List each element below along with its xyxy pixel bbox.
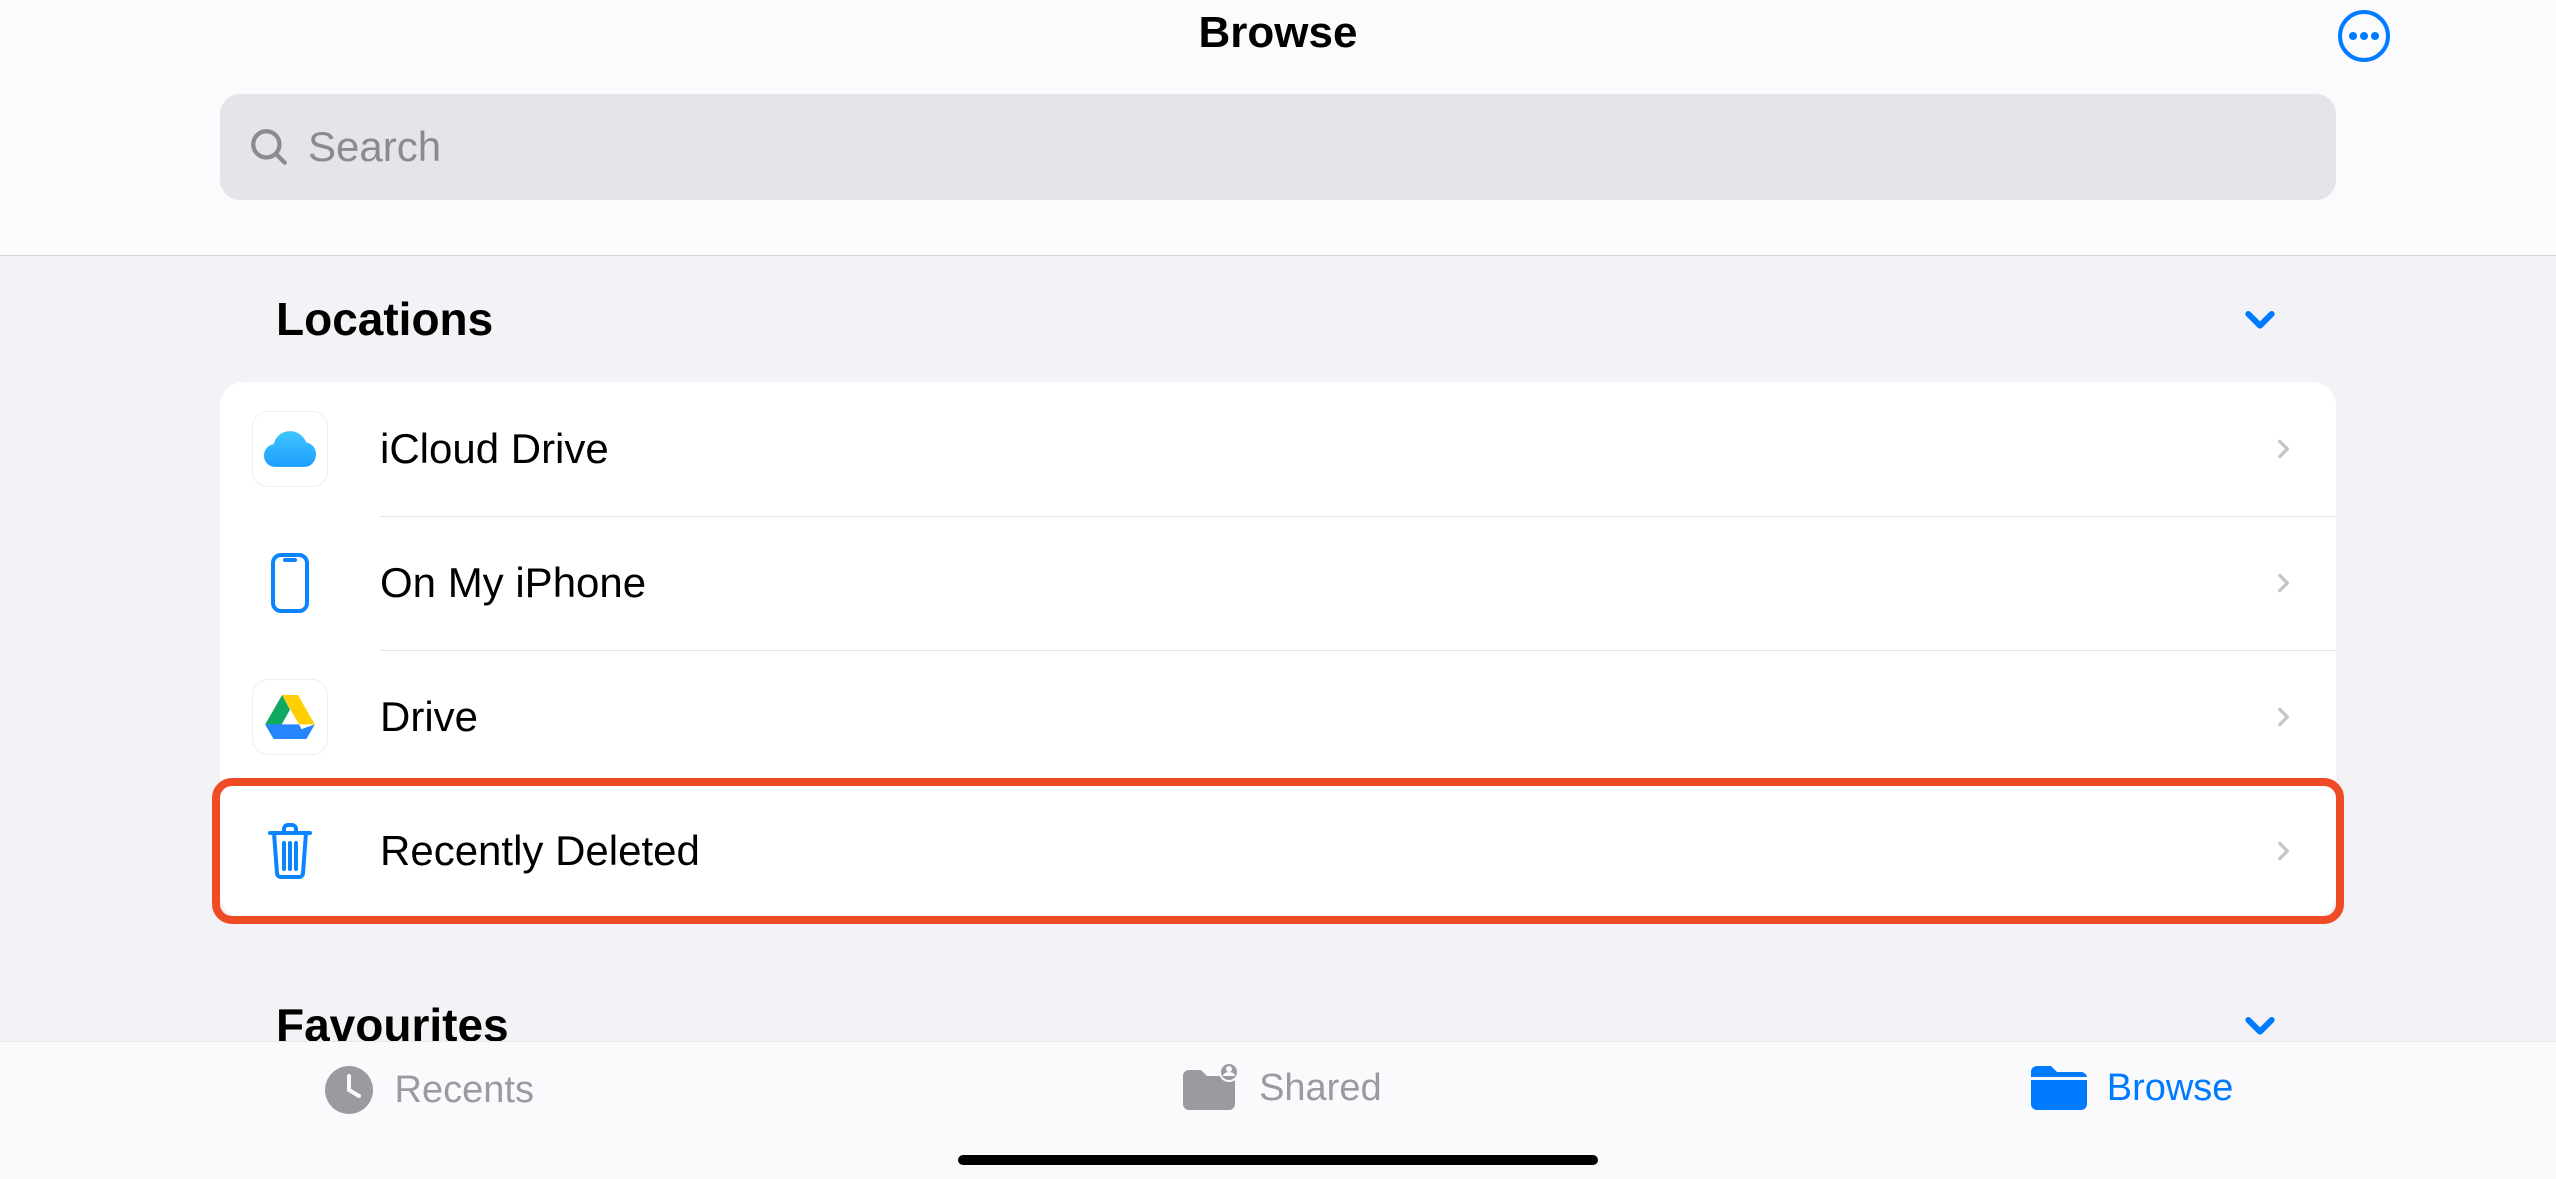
search-field-container[interactable] xyxy=(220,94,2336,200)
chevron-down-icon xyxy=(2240,299,2280,339)
home-indicator[interactable] xyxy=(958,1155,1598,1165)
folder-icon xyxy=(2027,1064,2087,1112)
location-row-google-drive[interactable]: Drive xyxy=(220,650,2336,784)
location-row-icloud[interactable]: iCloud Drive xyxy=(220,382,2336,516)
chevron-down-icon xyxy=(2240,1005,2280,1045)
locations-list: iCloud Drive On My iPhone xyxy=(220,382,2336,918)
tab-label: Recents xyxy=(395,1069,534,1112)
header-bar: Browse xyxy=(0,0,2556,256)
tab-shared[interactable]: Shared xyxy=(1179,1064,1382,1112)
page-title: Browse xyxy=(0,8,2556,58)
clock-icon xyxy=(323,1064,375,1116)
chevron-right-icon xyxy=(2270,698,2296,736)
tab-label: Browse xyxy=(2107,1067,2234,1110)
row-label: iCloud Drive xyxy=(380,425,2270,473)
more-options-button[interactable] xyxy=(2338,10,2390,62)
icloud-icon xyxy=(264,431,316,467)
search-input[interactable] xyxy=(308,123,2308,171)
row-label: Recently Deleted xyxy=(380,827,2270,875)
ellipsis-icon xyxy=(2349,32,2379,40)
row-label: Drive xyxy=(380,693,2270,741)
tab-recents[interactable]: Recents xyxy=(323,1064,534,1116)
tab-browse[interactable]: Browse xyxy=(2027,1064,2234,1112)
chevron-right-icon xyxy=(2270,564,2296,602)
tab-label: Shared xyxy=(1259,1067,1382,1110)
shared-folder-icon xyxy=(1179,1064,1239,1112)
iphone-icon xyxy=(271,553,309,613)
chevron-right-icon xyxy=(2270,832,2296,870)
content-area: Locations iCloud Drive xyxy=(0,292,2556,1052)
google-drive-icon xyxy=(265,695,315,739)
row-label: On My iPhone xyxy=(380,559,2270,607)
section-title: Locations xyxy=(276,292,493,346)
chevron-right-icon xyxy=(2270,430,2296,468)
location-row-recently-deleted[interactable]: Recently Deleted xyxy=(220,784,2336,918)
trash-icon xyxy=(266,823,314,879)
search-icon xyxy=(248,126,290,168)
location-row-on-my-iphone[interactable]: On My iPhone xyxy=(220,516,2336,650)
section-header-locations[interactable]: Locations xyxy=(220,292,2336,346)
